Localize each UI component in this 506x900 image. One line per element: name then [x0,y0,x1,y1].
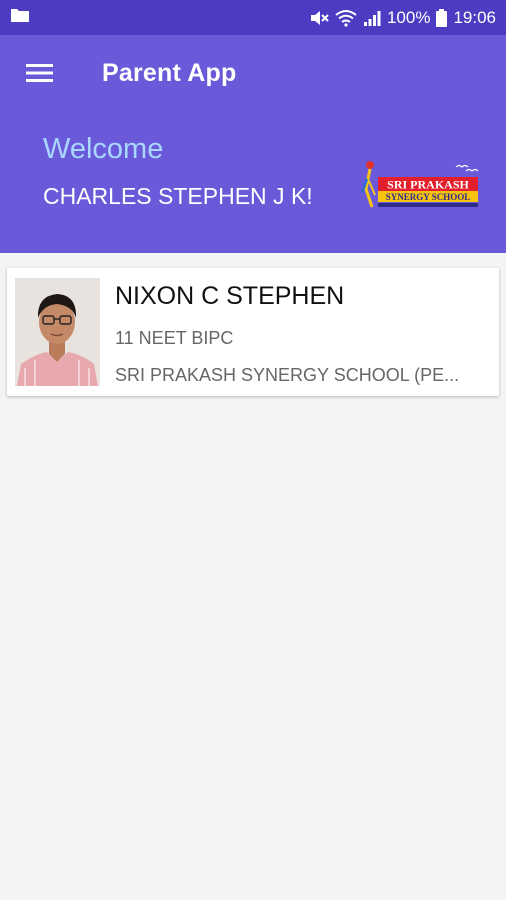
clock: 19:06 [453,7,496,27]
app-header: Parent App Welcome CHARLES STEPHEN J K! … [0,35,506,253]
student-photo [15,278,100,386]
student-school: SRI PRAKASH SYNERGY SCHOOL (PE... [115,365,460,385]
logo-line1: SRI PRAKASH [387,178,469,192]
battery-text: 100% [386,7,431,27]
school-logo: SRI PRAKASH SYNERGY SCHOOL [360,159,482,215]
mute-icon [309,9,329,27]
parent-name: CHARLES STEPHEN J K! [43,183,313,209]
app-title: Parent App [102,59,237,87]
wifi-icon [335,9,357,27]
menu-button[interactable] [22,57,58,93]
signal-icon [363,9,381,27]
logo-line2: SYNERGY SCHOOL [386,192,470,202]
student-card[interactable]: NIXON C STEPHEN 11 NEET BIPC SRI PRAKASH… [7,268,499,396]
status-left [10,7,30,28]
student-class: 11 NEET BIPC [115,328,234,348]
hamburger-menu-icon [26,62,54,89]
folder-icon [10,7,30,28]
status-right: 100% 19:06 [309,8,496,28]
status-bar: 100% 19:06 [0,0,506,35]
welcome-label: Welcome [43,133,164,165]
student-name: NIXON C STEPHEN [115,282,345,310]
battery-icon [436,8,448,27]
